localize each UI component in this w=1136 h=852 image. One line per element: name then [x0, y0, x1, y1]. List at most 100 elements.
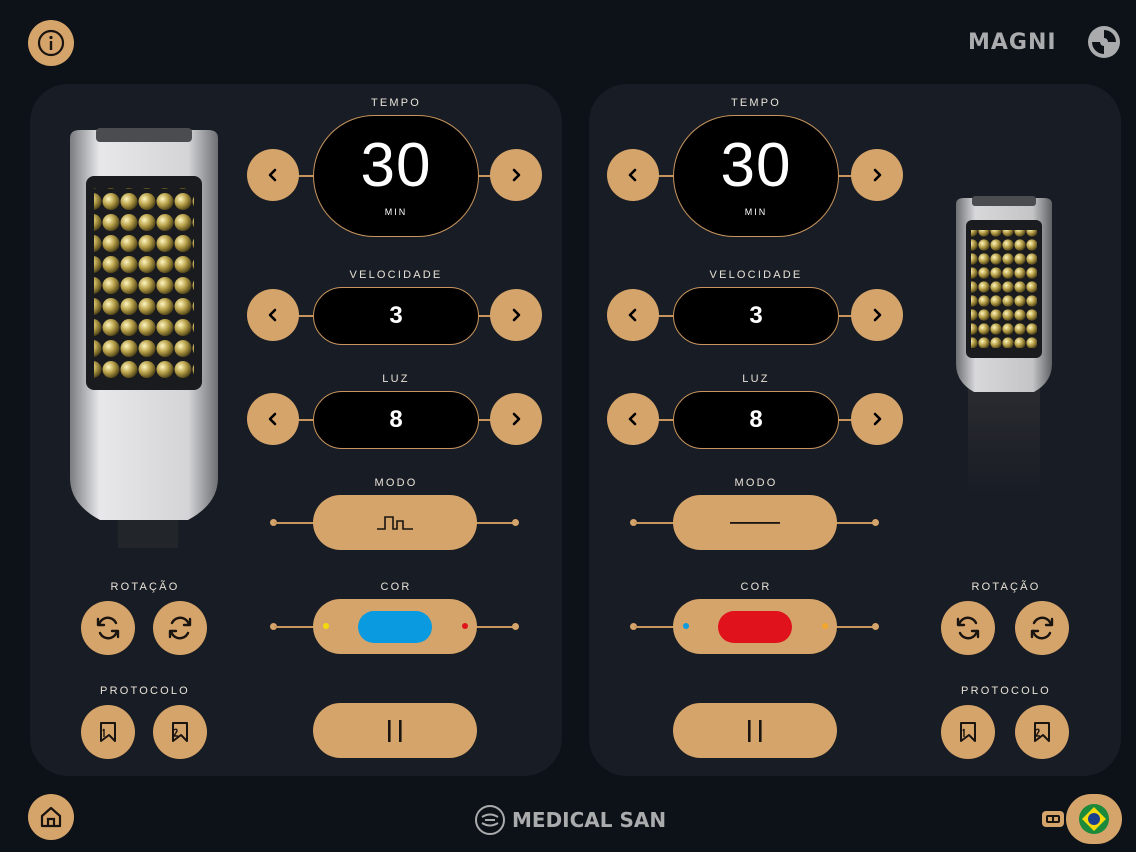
tempo-unit-left: MIN [384, 207, 408, 217]
luz-value-left: 8 [389, 406, 403, 433]
protocol-1-button-right[interactable] [941, 705, 995, 759]
tempo-decrease-button-left[interactable] [247, 149, 299, 201]
rotacao-label-left: ROTAÇÃO [110, 581, 180, 593]
continuous-line-icon [730, 521, 780, 524]
color-option-red[interactable] [462, 623, 468, 629]
tempo-increase-button-right[interactable] [851, 149, 903, 201]
language-button[interactable] [1066, 794, 1122, 844]
protocol-2-button-left[interactable] [153, 705, 207, 759]
velocidade-label-left: VELOCIDADE [349, 269, 443, 281]
pause-button-right[interactable] [673, 703, 837, 758]
protocol-2-icon [1034, 722, 1050, 742]
cor-track-dot-left [512, 623, 519, 630]
chevron-right-icon [512, 308, 521, 322]
luz-display-left: 8 [313, 391, 479, 449]
protocolo-label-right: PROTOCOLO [961, 685, 1051, 697]
luz-value-right: 8 [749, 406, 763, 433]
tempo-label-right: TEMPO [730, 97, 782, 109]
medical-san-logo-icon [475, 805, 505, 835]
handpiece-image-right [956, 196, 1052, 496]
rotate-counterclockwise-button-left[interactable] [81, 601, 135, 655]
luz-label-left: LUZ [382, 373, 410, 385]
rotate-ccw-icon [956, 616, 980, 640]
protocol-2-icon [172, 722, 188, 742]
color-swatch-blue [358, 610, 432, 643]
color-option-blue[interactable] [683, 623, 689, 629]
color-swatch-red [718, 610, 792, 643]
chevron-right-icon [873, 412, 882, 426]
protocol-1-button-left[interactable] [81, 705, 135, 759]
info-button[interactable] [28, 20, 74, 66]
velocidade-increase-button-left[interactable] [490, 289, 542, 341]
rotate-clockwise-button-right[interactable] [1015, 601, 1069, 655]
chevron-right-icon [873, 168, 882, 182]
protocol-2-button-right[interactable] [1015, 705, 1069, 759]
pulse-wave-icon [377, 515, 413, 530]
chevron-left-icon [268, 412, 277, 426]
chevron-right-icon [873, 308, 882, 322]
protocol-1-icon [960, 722, 976, 742]
luz-label-right: LUZ [742, 373, 770, 385]
chevron-right-icon [512, 168, 521, 182]
protocolo-label-left: PROTOCOLO [100, 685, 190, 697]
luz-decrease-button-right[interactable] [607, 393, 659, 445]
chevron-left-icon [628, 412, 637, 426]
rotate-ccw-icon [96, 616, 120, 640]
rotacao-label-right: ROTAÇÃO [971, 581, 1041, 593]
medical-san-logo: MEDICAL SAN [512, 808, 667, 832]
color-option-yellow[interactable] [323, 623, 329, 629]
modo-selector-right[interactable] [673, 495, 837, 550]
modo-label-left: MODO [374, 477, 418, 489]
tempo-increase-button-left[interactable] [490, 149, 542, 201]
tempo-value-right: 30 [720, 131, 792, 200]
chevron-left-icon [268, 168, 277, 182]
luz-display-right: 8 [673, 391, 839, 449]
velocidade-display-right: 3 [673, 287, 839, 345]
rotate-cw-icon [168, 616, 192, 640]
pause-icon [748, 719, 762, 742]
velocidade-value-left: 3 [389, 302, 403, 329]
velocidade-decrease-button-right[interactable] [607, 289, 659, 341]
modo-label-right: MODO [734, 477, 778, 489]
tempo-label-left: TEMPO [370, 97, 422, 109]
modo-selector-left[interactable] [313, 495, 477, 550]
pause-button-left[interactable] [313, 703, 477, 758]
tempo-decrease-button-right[interactable] [607, 149, 659, 201]
velocidade-label-right: VELOCIDADE [709, 269, 803, 281]
velocidade-increase-button-right[interactable] [851, 289, 903, 341]
rotate-clockwise-button-left[interactable] [153, 601, 207, 655]
cor-selector-right[interactable] [673, 599, 837, 654]
cor-selector-left[interactable] [313, 599, 477, 654]
color-option-orange[interactable] [822, 623, 828, 629]
cor-track-dot-right [872, 623, 879, 630]
chevron-left-icon [628, 308, 637, 322]
chevron-right-icon [512, 412, 521, 426]
chevron-left-icon [268, 308, 277, 322]
luz-increase-button-left[interactable] [490, 393, 542, 445]
magni-logo: MAGNI [968, 30, 1057, 55]
info-icon [37, 29, 65, 57]
velocidade-decrease-button-left[interactable] [247, 289, 299, 341]
cor-label-left: COR [380, 581, 412, 593]
rotate-cw-icon [1030, 616, 1054, 640]
keyboard-icon [1046, 815, 1060, 823]
protocol-1-icon [100, 722, 116, 742]
luz-decrease-button-left[interactable] [247, 393, 299, 445]
velocidade-display-left: 3 [313, 287, 479, 345]
language-toggle-icon[interactable] [1042, 811, 1064, 827]
home-button[interactable] [28, 794, 74, 840]
modo-track-dot-right [872, 519, 879, 526]
tempo-display-left: 30 MIN [313, 115, 479, 237]
tempo-display-right: 30 MIN [673, 115, 839, 237]
luz-increase-button-right[interactable] [851, 393, 903, 445]
pause-icon [388, 719, 402, 742]
modo-track-dot-left [512, 519, 519, 526]
brazil-flag-icon [1079, 804, 1109, 834]
velocidade-value-right: 3 [749, 302, 763, 329]
tempo-value-left: 30 [360, 131, 432, 200]
tempo-unit-right: MIN [744, 207, 768, 217]
rotate-counterclockwise-button-right[interactable] [941, 601, 995, 655]
cor-label-right: COR [740, 581, 772, 593]
chevron-left-icon [628, 168, 637, 182]
magni-logo-icon [1088, 26, 1120, 58]
